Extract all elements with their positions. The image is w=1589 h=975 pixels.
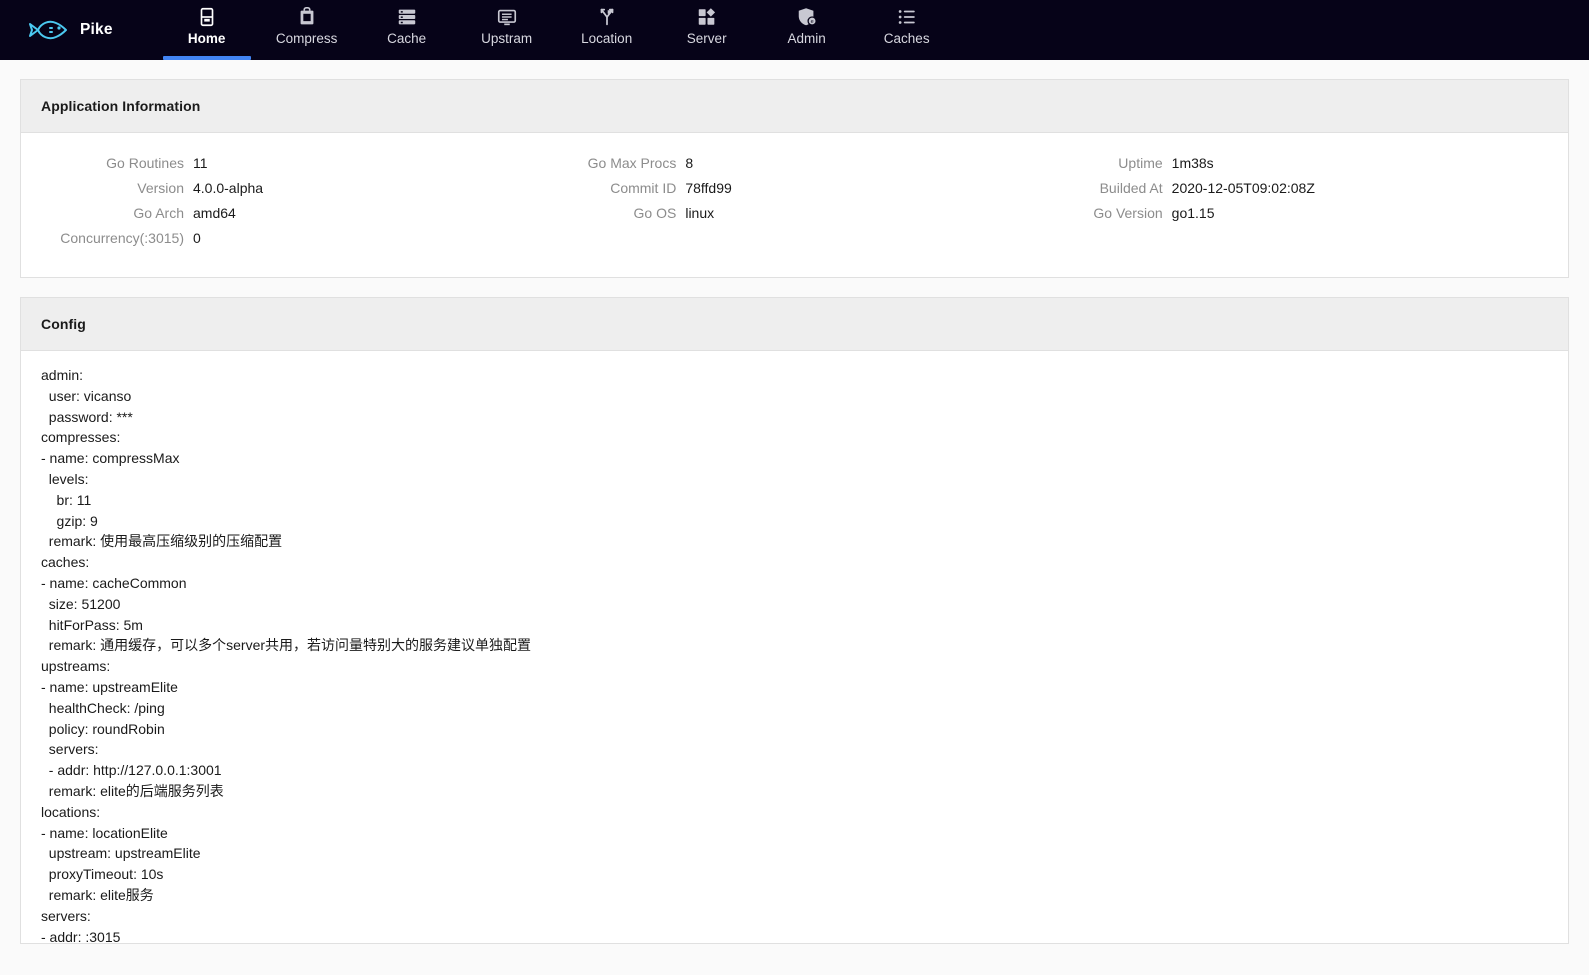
svg-text:e: e [810, 19, 813, 25]
page-content: Application Information Go Routines 11 V… [0, 60, 1589, 975]
shield-badge-icon: e [796, 6, 818, 28]
bullet-list-icon [896, 6, 918, 28]
nav-item-compress[interactable]: Compress [257, 0, 357, 60]
nav-item-cache[interactable]: Cache [357, 0, 457, 60]
nav-item-label: Server [686, 31, 727, 46]
nav-item-label: Caches [883, 31, 930, 46]
info-value: 11 [193, 155, 208, 171]
info-row-commit-id: Commit ID 78ffd99 [543, 180, 1045, 205]
info-row-concurrency: Concurrency(:3015) 0 [41, 230, 543, 255]
window-card-icon [196, 6, 218, 28]
info-column-3: Uptime 1m38s Builded At 2020-12-05T09:02… [1046, 155, 1548, 255]
info-row-uptime: Uptime 1m38s [1046, 155, 1548, 180]
info-value: go1.15 [1171, 205, 1215, 221]
archive-box-icon [296, 6, 318, 28]
info-label: Commit ID [610, 180, 677, 196]
info-row-version: Version 4.0.0-alpha [41, 180, 543, 205]
brand-name: Pike [80, 21, 113, 38]
info-value: 8 [685, 155, 694, 171]
info-row-go-version: Go Version go1.15 [1046, 205, 1548, 230]
nav-item-server[interactable]: Server [657, 0, 757, 60]
info-value: amd64 [193, 205, 236, 221]
info-label: Go Max Procs [587, 155, 677, 171]
config-body: admin: user: vicanso password: *** compr… [21, 351, 1568, 943]
application-information-card: Application Information Go Routines 11 V… [20, 79, 1569, 278]
info-value: linux [685, 205, 715, 221]
info-label: Version [137, 180, 184, 196]
info-value: 2020-12-05T09:02:08Z [1171, 180, 1315, 196]
info-column-1: Go Routines 11 Version 4.0.0-alpha Go Ar… [41, 155, 543, 255]
info-column-2: Go Max Procs 8 Commit ID 78ffd99 Go OS l… [543, 155, 1045, 255]
text-panel-icon [496, 6, 518, 28]
nav-item-label: Cache [387, 31, 427, 46]
nav-item-label: Home [187, 31, 226, 46]
nav-item-label: Upstram [481, 31, 533, 46]
application-information-body: Go Routines 11 Version 4.0.0-alpha Go Ar… [21, 133, 1568, 277]
nav-item-caches[interactable]: Caches [857, 0, 957, 60]
info-value: 4.0.0-alpha [193, 180, 264, 196]
info-label: Go Arch [133, 205, 184, 221]
config-yaml-text: admin: user: vicanso password: *** compr… [41, 367, 532, 943]
branch-fork-icon [596, 6, 618, 28]
server-stack-icon [396, 6, 418, 28]
brand[interactable]: Pike [26, 0, 157, 60]
info-label: Go Version [1093, 205, 1163, 221]
card-title-application-information: Application Information [21, 80, 1568, 133]
nav-item-location[interactable]: Location [557, 0, 657, 60]
nav-item-label: Compress [275, 31, 338, 46]
nav-item-label: Location [581, 31, 633, 46]
info-value: 0 [193, 230, 201, 246]
info-label: Concurrency(:3015) [60, 230, 184, 246]
config-card: Config admin: user: vicanso password: **… [20, 297, 1569, 944]
info-label: Builded At [1099, 180, 1163, 196]
info-row-builded-at: Builded At 2020-12-05T09:02:08Z [1046, 180, 1548, 205]
apps-grid-icon [696, 6, 718, 28]
info-row-go-max-procs: Go Max Procs 8 [543, 155, 1045, 180]
info-row-go-routines: Go Routines 11 [41, 155, 543, 180]
info-row-go-arch: Go Arch amd64 [41, 205, 543, 230]
info-label: Go Routines [106, 155, 184, 171]
nav-items: Home Compress Cache Upstram Location Ser… [157, 0, 957, 60]
nav-item-admin[interactable]: e Admin [757, 0, 857, 60]
info-row-go-os: Go OS linux [543, 205, 1045, 230]
nav-item-home[interactable]: Home [157, 0, 257, 60]
info-value: 1m38s [1171, 155, 1214, 171]
info-value: 78ffd99 [685, 180, 732, 196]
nav-item-upstram[interactable]: Upstram [457, 0, 557, 60]
nav-item-label: Admin [787, 31, 826, 46]
info-label: Uptime [1118, 155, 1163, 171]
application-information-grid: Go Routines 11 Version 4.0.0-alpha Go Ar… [41, 151, 1548, 255]
info-label: Go OS [633, 205, 677, 221]
card-title-config: Config [21, 298, 1568, 351]
fish-icon [26, 15, 70, 45]
top-navigation-bar: Pike Home Compress Cache Upstram Locatio… [0, 0, 1589, 60]
